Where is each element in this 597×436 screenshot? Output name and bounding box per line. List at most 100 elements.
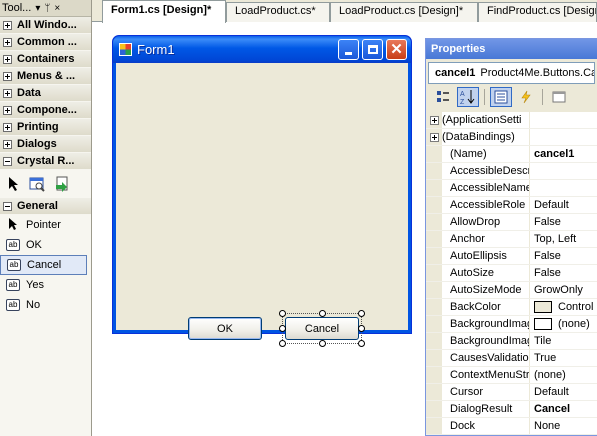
expand-icon xyxy=(3,20,12,30)
expand-icon xyxy=(3,105,12,115)
property-value[interactable]: Cancel xyxy=(530,401,597,417)
resize-handle-e[interactable] xyxy=(358,325,365,332)
toolbox-category-crystal-reports[interactable]: Crystal R... xyxy=(0,153,91,170)
tab-loadproduct-code[interactable]: LoadProduct.cs* xyxy=(226,2,330,22)
tab-form1-design[interactable]: Form1.cs [Design]* xyxy=(102,0,226,23)
property-value[interactable]: Default xyxy=(530,384,597,400)
property-row[interactable]: AccessibleRole Default xyxy=(426,197,597,214)
alphabetical-sort-icon: AZ xyxy=(460,90,475,105)
resize-handle-se[interactable] xyxy=(358,340,365,347)
resize-handle-n[interactable] xyxy=(319,310,326,317)
toolbox-item-ok[interactable]: ab OK xyxy=(0,235,91,255)
category-label: Crystal R... xyxy=(17,155,75,167)
pointer-icon[interactable] xyxy=(8,176,20,192)
properties-view-button[interactable] xyxy=(490,87,512,107)
expand-icon[interactable] xyxy=(429,115,439,125)
toolbox-category-general[interactable]: General xyxy=(0,198,91,215)
property-value[interactable] xyxy=(530,180,597,196)
property-value[interactable]: Default xyxy=(530,197,597,213)
tool-item-label: OK xyxy=(26,239,42,251)
property-value[interactable]: (none) xyxy=(530,316,597,332)
report-document-icon[interactable] xyxy=(54,176,70,192)
property-value[interactable]: False xyxy=(530,248,597,264)
property-row[interactable]: DialogResult Cancel xyxy=(426,401,597,418)
property-pages-button[interactable] xyxy=(548,87,570,107)
property-row[interactable]: AutoEllipsis False xyxy=(426,248,597,265)
category-label: Compone... xyxy=(17,104,77,116)
form1-client-area[interactable]: OK Cancel xyxy=(116,63,408,347)
toolbox-item-pointer[interactable]: Pointer xyxy=(0,215,91,235)
toolbox-item-yes[interactable]: ab Yes xyxy=(0,275,91,295)
property-row[interactable]: AccessibleName xyxy=(426,180,597,197)
toolbox-item-cancel[interactable]: ab Cancel xyxy=(0,255,87,275)
property-row[interactable]: Dock None xyxy=(426,418,597,435)
property-row[interactable]: (DataBindings) xyxy=(426,129,597,146)
property-value[interactable]: False xyxy=(530,214,597,230)
property-value[interactable]: False xyxy=(530,265,597,281)
resize-handle-ne[interactable] xyxy=(358,310,365,317)
property-value[interactable]: Tile xyxy=(530,333,597,349)
row-gutter xyxy=(426,282,442,298)
toolbox-category-containers[interactable]: Containers xyxy=(0,51,91,68)
property-value[interactable]: GrowOnly xyxy=(530,282,597,298)
property-value[interactable] xyxy=(530,163,597,179)
expand-icon xyxy=(3,54,12,64)
row-gutter xyxy=(426,333,442,349)
property-row[interactable]: Cursor Default xyxy=(426,384,597,401)
pointer-icon xyxy=(6,217,20,234)
property-value[interactable] xyxy=(530,112,597,128)
toolbox-category-data[interactable]: Data xyxy=(0,85,91,102)
toolbox-category-menus[interactable]: Menus & ... xyxy=(0,68,91,85)
property-value[interactable]: Top, Left xyxy=(530,231,597,247)
selected-object-name: cancel1 xyxy=(435,67,476,79)
toolbox-category-components[interactable]: Compone... xyxy=(0,102,91,119)
tab-loadproduct-design[interactable]: LoadProduct.cs [Design]* xyxy=(330,2,478,22)
toolbox-dropdown-icon[interactable]: ▾ xyxy=(35,3,40,14)
form1-title-bar[interactable]: Form1 ✕ xyxy=(113,36,411,63)
property-row[interactable]: (Name) cancel1 xyxy=(426,146,597,163)
tab-findproduct-design[interactable]: FindProduct.cs [Design] xyxy=(478,2,597,22)
property-row[interactable]: AutoSize False xyxy=(426,265,597,282)
events-button[interactable] xyxy=(515,87,537,107)
property-value[interactable]: True xyxy=(530,350,597,366)
minimize-button[interactable] xyxy=(338,39,359,60)
property-row[interactable]: BackColor Control xyxy=(426,299,597,316)
cancel-button[interactable]: Cancel xyxy=(285,317,359,340)
toolbox-category-all-windows[interactable]: All Windo... xyxy=(0,17,91,34)
crystal-report-viewer-icon[interactable] xyxy=(29,176,45,192)
object-selector[interactable]: cancel1 Product4Me.Buttons.Ca xyxy=(428,62,595,84)
property-row[interactable]: BackgroundImag Tile xyxy=(426,333,597,350)
property-row[interactable]: AccessibleDescri xyxy=(426,163,597,180)
toolbox-category-common[interactable]: Common ... xyxy=(0,34,91,51)
resize-handle-w[interactable] xyxy=(279,325,286,332)
property-row[interactable]: AutoSizeMode GrowOnly xyxy=(426,282,597,299)
property-row[interactable]: AllowDrop False xyxy=(426,214,597,231)
alphabetical-button[interactable]: AZ xyxy=(457,87,479,107)
property-row[interactable]: BackgroundImag (none) xyxy=(426,316,597,333)
property-row[interactable]: ContextMenuStr (none) xyxy=(426,367,597,384)
toolbox-category-printing[interactable]: Printing xyxy=(0,119,91,136)
property-row[interactable]: (ApplicationSetti xyxy=(426,112,597,129)
ok-button[interactable]: OK xyxy=(188,317,262,340)
form-icon xyxy=(119,43,132,56)
resize-handle-s[interactable] xyxy=(319,340,326,347)
property-row[interactable]: Anchor Top, Left xyxy=(426,231,597,248)
form1-window[interactable]: Form1 ✕ OK Cancel xyxy=(112,35,412,347)
categorized-button[interactable] xyxy=(432,87,454,107)
property-value[interactable]: cancel1 xyxy=(530,146,597,162)
toolbox-item-no[interactable]: ab No xyxy=(0,295,91,315)
property-row[interactable]: CausesValidatior True xyxy=(426,350,597,367)
resize-handle-nw[interactable] xyxy=(279,310,286,317)
maximize-button[interactable] xyxy=(362,39,383,60)
toolbox-close-icon[interactable]: × xyxy=(54,3,60,14)
property-value[interactable]: None xyxy=(530,418,597,434)
toolbox-category-dialogs[interactable]: Dialogs xyxy=(0,136,91,153)
property-value[interactable]: (none) xyxy=(530,367,597,383)
toolbox-pin-icon[interactable]: ᛘ xyxy=(44,3,50,14)
expand-icon[interactable] xyxy=(429,132,439,142)
property-value[interactable] xyxy=(530,129,597,145)
close-button[interactable]: ✕ xyxy=(386,39,407,60)
resize-handle-sw[interactable] xyxy=(279,340,286,347)
property-value[interactable]: Control xyxy=(530,299,597,315)
row-gutter xyxy=(426,231,442,247)
